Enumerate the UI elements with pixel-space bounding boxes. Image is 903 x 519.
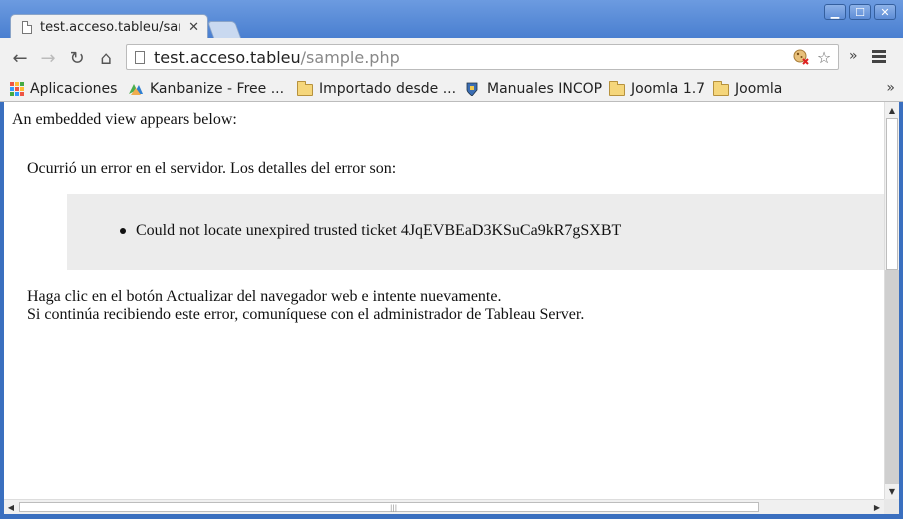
browser-toolbar: ← → ↻ ⌂ test.acceso.tableu/sample.php ☆ …: [0, 38, 903, 76]
tab-close-icon[interactable]: ✕: [188, 20, 199, 35]
bookmark-label: Aplicaciones: [30, 81, 118, 97]
bookmark-kanbanize[interactable]: Kanbanize - Free ...: [128, 79, 284, 99]
scroll-right-icon[interactable]: ▶: [870, 500, 884, 514]
bullet-icon: [120, 228, 126, 234]
bookmark-label: Manuales INCOP: [487, 81, 603, 97]
bookmarks-bar: Aplicaciones Kanbanize - Free ... Import…: [0, 76, 903, 102]
folder-icon: [713, 81, 729, 96]
folder-icon: [609, 81, 625, 96]
minimize-button[interactable]: ▁: [824, 4, 846, 20]
bookmark-joomla-17[interactable]: Joomla 1.7: [609, 79, 705, 99]
kanbanize-icon: [128, 82, 144, 96]
apps-grid-icon: [10, 82, 24, 96]
browser-window: test.acceso.tableu/sam ✕ ▁ ☐ ✕ ← → ↻ ⌂ t…: [0, 0, 903, 519]
home-icon[interactable]: ⌂: [95, 47, 117, 69]
tab-title: test.acceso.tableu/sam: [40, 20, 180, 35]
forward-icon[interactable]: →: [37, 47, 59, 69]
grip-icon: |||: [390, 504, 398, 512]
advice-line-1: Haga clic en el botón Actualizar del nav…: [27, 288, 502, 305]
bookmark-label: Joomla: [735, 81, 783, 97]
scroll-down-icon[interactable]: ▼: [885, 484, 899, 498]
bookmark-label: Importado desde ...: [319, 81, 457, 97]
address-bar[interactable]: test.acceso.tableu/sample.php ☆: [126, 44, 839, 70]
folder-icon: [297, 81, 313, 96]
error-heading: Ocurrió un error en el servidor. Los det…: [27, 160, 397, 177]
url-host: test.acceso.tableu: [154, 47, 301, 67]
bookmark-manuales-incop[interactable]: Manuales INCOP: [465, 79, 602, 99]
advice-text: Haga clic en el botón Actualizar del nav…: [27, 288, 584, 324]
bookmark-aplicaciones[interactable]: Aplicaciones: [10, 79, 117, 99]
bookmark-joomla[interactable]: Joomla: [713, 79, 782, 99]
back-icon[interactable]: ←: [9, 47, 31, 69]
vertical-scrollbar[interactable]: ▲ ▼: [884, 102, 899, 499]
url-path: /sample.php: [300, 47, 400, 67]
menu-icon[interactable]: [872, 50, 886, 65]
bookmark-label: Joomla 1.7: [631, 81, 706, 97]
error-list-item: Could not locate unexpired trusted ticke…: [120, 222, 621, 240]
active-tab[interactable]: test.acceso.tableu/sam ✕: [10, 14, 208, 40]
bookmark-importado[interactable]: Importado desde ...: [297, 79, 456, 99]
error-details-box: Could not locate unexpired trusted ticke…: [67, 194, 884, 270]
horizontal-scrollbar[interactable]: ◀ ||| ▶: [4, 499, 884, 514]
intro-text: An embedded view appears below:: [12, 111, 237, 128]
maximize-button[interactable]: ☐: [849, 4, 871, 20]
page-icon: [22, 21, 32, 34]
title-bar: test.acceso.tableu/sam ✕ ▁ ☐ ✕: [0, 0, 903, 40]
page-content: An embedded view appears below: Ocurrió …: [4, 102, 884, 499]
vertical-scroll-thumb[interactable]: [886, 118, 898, 270]
new-tab-button[interactable]: [206, 21, 242, 38]
url-text: test.acceso.tableu/sample.php: [154, 48, 400, 67]
horizontal-scroll-thumb[interactable]: |||: [19, 502, 759, 512]
bookmark-star-icon[interactable]: ☆: [815, 48, 833, 67]
bookmark-label: Kanbanize - Free ...: [150, 81, 285, 97]
reload-icon[interactable]: ↻: [66, 47, 88, 69]
advice-line-2: Si continúa recibiendo este error, comun…: [27, 306, 585, 323]
blocked-cookies-icon[interactable]: [792, 48, 810, 66]
scroll-left-icon[interactable]: ◀: [4, 500, 18, 514]
scrollbar-corner: [884, 499, 899, 514]
bookmarks-overflow-icon[interactable]: »: [886, 80, 895, 96]
incop-icon: [465, 82, 481, 97]
extensions-overflow-icon[interactable]: »: [849, 48, 858, 64]
scroll-up-icon[interactable]: ▲: [885, 103, 899, 117]
close-window-button[interactable]: ✕: [874, 4, 896, 20]
page-info-icon[interactable]: [135, 50, 145, 64]
error-detail-text: Could not locate unexpired trusted ticke…: [136, 222, 622, 239]
vertical-scroll-track[interactable]: [885, 270, 899, 484]
